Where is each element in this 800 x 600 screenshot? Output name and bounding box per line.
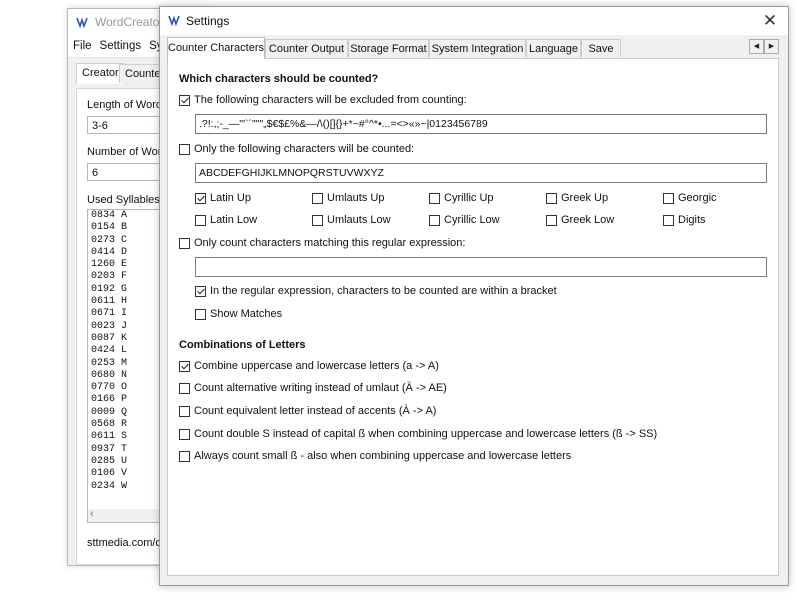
exclude-characters-input[interactable]: .?!:,;-_—'"`´"""„$€$£%&—/\()[]{}+*~#°^*•…	[195, 114, 767, 134]
charset-label: Cyrillic Up	[444, 192, 494, 204]
charset-umlauts-up[interactable]: Umlauts Up	[312, 192, 384, 204]
checkbox-box[interactable]	[312, 192, 323, 204]
charset-label: Digits	[678, 214, 706, 226]
number-label: Number of Wor	[87, 146, 162, 158]
checkbox-box[interactable]	[179, 360, 190, 372]
charset-latin-low[interactable]: Latin Low	[195, 214, 257, 226]
checkbox-box[interactable]	[546, 214, 557, 226]
tab-language[interactable]: Language	[526, 39, 581, 57]
only-characters-input[interactable]: ABCDEFGHIJKLMNOPQRSTUVWXYZ	[195, 163, 767, 183]
small-sharp-s-checkbox[interactable]: Always count small ß - also when combini…	[179, 450, 571, 462]
charset-label: Cyrillic Low	[444, 214, 500, 226]
charset-greek-low[interactable]: Greek Low	[546, 214, 614, 226]
tab-storage-format[interactable]: Storage Format	[348, 39, 429, 57]
charset-label: Umlauts Low	[327, 214, 391, 226]
checkbox-box[interactable]	[546, 192, 557, 204]
charset-digits[interactable]: Digits	[663, 214, 706, 226]
charset-label: Greek Up	[561, 192, 609, 204]
charset-greek-up[interactable]: Greek Up	[546, 192, 608, 204]
tab-scroll-right-button[interactable]: ▶	[764, 39, 779, 54]
app-logo-icon	[75, 15, 89, 29]
checkbox-box[interactable]	[179, 237, 190, 249]
exclude-characters-label: The following characters will be exclude…	[194, 94, 467, 106]
close-icon: ✕	[762, 11, 778, 30]
counter-characters-panel: Which characters should be counted? The …	[167, 58, 779, 576]
combination-label: Always count small ß - also when combini…	[194, 450, 572, 462]
show-matches-label: Show Matches	[210, 308, 283, 320]
close-button[interactable]: ✕	[752, 7, 788, 35]
combination-label: Count equivalent letter instead of accen…	[194, 405, 437, 417]
settings-tabs: Counter Characters Counter Output Storag…	[167, 37, 779, 59]
regex-label: Only count characters matching this regu…	[194, 237, 466, 249]
checkbox-box[interactable]	[179, 382, 190, 394]
combination-label: Combine uppercase and lowercase letters …	[194, 360, 439, 372]
checkbox-box[interactable]	[312, 214, 323, 226]
tab-save[interactable]: Save	[581, 39, 621, 57]
only-characters-label: Only the following characters will be co…	[194, 143, 415, 155]
length-label: Length of Words	[87, 99, 168, 111]
checkbox-box[interactable]	[195, 308, 206, 320]
tab-creator[interactable]: Creator	[76, 63, 125, 84]
tab-counter-output[interactable]: Counter Output	[265, 39, 348, 57]
tab-scroll-left-button[interactable]: ◀	[749, 39, 764, 54]
regex-checkbox[interactable]: Only count characters matching this regu…	[179, 237, 465, 249]
checkbox-box[interactable]	[179, 428, 190, 440]
show-matches-checkbox[interactable]: Show Matches	[195, 308, 282, 320]
website-link[interactable]: sttmedia.com/d	[87, 537, 162, 549]
combination-label: Count double S instead of capital ß when…	[194, 428, 658, 440]
equivalent-accents-checkbox[interactable]: Count equivalent letter instead of accen…	[179, 405, 436, 417]
checkbox-box[interactable]	[429, 192, 440, 204]
checkbox-box[interactable]	[663, 192, 674, 204]
menu-settings[interactable]: Settings	[100, 40, 142, 52]
checkbox-box[interactable]	[179, 94, 190, 106]
combination-label: Count alternative writing instead of uml…	[194, 382, 447, 394]
regex-bracket-label: In the regular expression, characters to…	[210, 285, 557, 297]
only-characters-checkbox[interactable]: Only the following characters will be co…	[179, 143, 414, 155]
checkbox-box[interactable]	[195, 192, 206, 204]
checkbox-box[interactable]	[663, 214, 674, 226]
regex-input[interactable]	[195, 257, 767, 277]
charset-label: Greek Low	[561, 214, 615, 226]
charset-umlauts-low[interactable]: Umlauts Low	[312, 214, 391, 226]
charset-cyrillic-up[interactable]: Cyrillic Up	[429, 192, 494, 204]
menu-file[interactable]: File	[73, 40, 92, 52]
used-syllables-label: Used Syllables	[87, 194, 160, 206]
charset-label: Latin Low	[210, 214, 258, 226]
double-s-checkbox[interactable]: Count double S instead of capital ß when…	[179, 428, 657, 440]
section-combinations: Combinations of Letters	[179, 339, 306, 351]
checkbox-box[interactable]	[195, 214, 206, 226]
tab-counter-characters[interactable]: Counter Characters	[167, 37, 265, 59]
settings-dialog: Settings ✕ Counter Characters Counter Ou…	[159, 6, 789, 586]
tab-system-integration[interactable]: System Integration	[429, 39, 526, 57]
checkbox-box[interactable]	[179, 405, 190, 417]
charset-label: Umlauts Up	[327, 192, 385, 204]
checkbox-box[interactable]	[179, 143, 190, 155]
scroll-left-icon[interactable]: ‹	[90, 508, 94, 520]
exclude-characters-checkbox[interactable]: The following characters will be exclude…	[179, 94, 467, 106]
charset-georgic[interactable]: Georgic	[663, 192, 717, 204]
regex-bracket-checkbox[interactable]: In the regular expression, characters to…	[195, 285, 557, 297]
combine-case-checkbox[interactable]: Combine uppercase and lowercase letters …	[179, 360, 439, 372]
checkbox-box[interactable]	[179, 450, 190, 462]
app-logo-icon	[167, 13, 181, 27]
settings-title: Settings	[186, 14, 230, 28]
section-which-characters: Which characters should be counted?	[179, 73, 379, 85]
charset-cyrillic-low[interactable]: Cyrillic Low	[429, 214, 500, 226]
charset-label: Latin Up	[210, 192, 251, 204]
checkbox-box[interactable]	[195, 285, 206, 297]
alternative-umlaut-checkbox[interactable]: Count alternative writing instead of uml…	[179, 382, 447, 394]
settings-titlebar: Settings ✕	[160, 7, 788, 35]
charset-latin-up[interactable]: Latin Up	[195, 192, 251, 204]
checkbox-box[interactable]	[429, 214, 440, 226]
charset-label: Georgic	[678, 192, 717, 204]
